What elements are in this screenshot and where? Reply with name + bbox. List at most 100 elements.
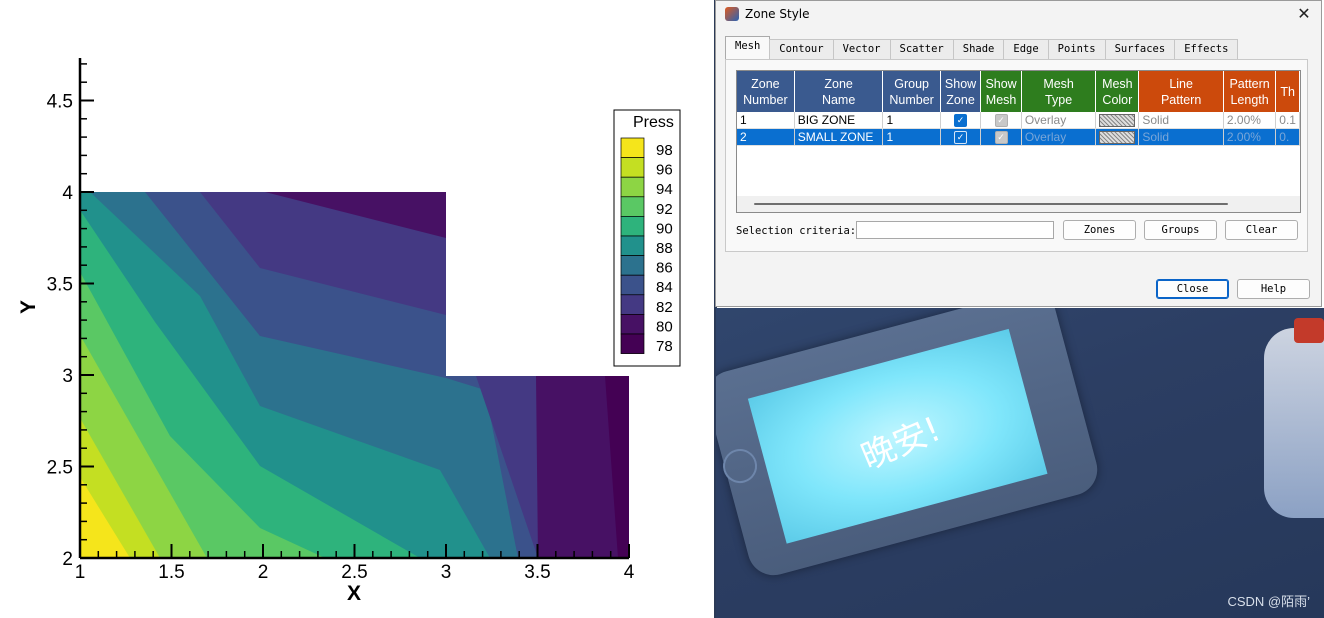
tab-effects[interactable]: Effects [1174,39,1239,60]
legend-label: 98 [656,142,673,159]
clear-button[interactable]: Clear [1225,220,1298,240]
legend-label: 96 [656,162,673,179]
checkbox-icon[interactable]: ✓ [954,114,968,128]
y-tick-label: 4 [62,183,73,204]
tab-scatter[interactable]: Scatter [889,39,954,60]
column-header[interactable]: Group Number [882,71,941,112]
tab-mesh[interactable]: Mesh [725,36,771,60]
checkbox-icon[interactable]: ✓ [994,131,1008,145]
contour-plot: 1 1.5 2 2.5 3 3.5 4 X 2 2.5 3 3.5 4 4.5 Y Press 98 9… [17,58,681,605]
selection-criteria-input[interactable] [856,221,1054,239]
groups-button[interactable]: Groups [1144,220,1217,240]
zones-button[interactable]: Zones [1063,220,1136,240]
close-button[interactable]: Close [1156,279,1229,299]
legend-label: 80 [656,318,673,335]
tecplot-app-icon [725,7,739,21]
column-header[interactable]: Zone Name [794,71,884,112]
tablet-greeting: 晚安! [855,409,947,478]
zone-name-cell[interactable]: BIG ZONE [794,112,884,129]
table-row[interactable]: 1 BIG ZONE 1 ✓ ✓ Overlay Solid 2.00% 0.1 [737,112,1300,129]
desktop-wallpaper: 晚安! CSDN @陌雨’ [716,308,1324,618]
dialog-title: Zone Style [745,7,810,21]
contour-bands [80,192,629,558]
zone-number-cell[interactable]: 2 [737,128,795,146]
mesh-type-cell[interactable]: Overlay [1021,128,1097,146]
tab-shade[interactable]: Shade [952,39,1005,60]
zone-name-cell[interactable]: SMALL ZONE [794,128,884,146]
show-zone-checkbox[interactable]: ✓ [940,112,982,129]
pattern-length-cell[interactable]: 2.00% [1223,128,1277,146]
thickness-cell[interactable]: 0.1 [1275,112,1300,129]
mesh-color-cell[interactable] [1095,112,1140,129]
tablet-illustration: 晚安! [716,308,1104,582]
group-number-cell[interactable]: 1 [882,128,941,146]
legend-swatch [620,294,645,315]
pattern-length-cell[interactable]: 2.00% [1223,112,1277,129]
table-row[interactable]: 2 SMALL ZONE 1 ✓ ✓ Overlay Solid 2.00% 0. [737,128,1300,146]
tab-contour[interactable]: Contour [769,39,834,60]
legend-label: 94 [656,181,673,198]
legend-swatch [620,216,645,237]
zone-grid: Zone Number Zone Name Group Number Show Zone Sho… [736,70,1301,213]
column-header[interactable]: Line Pattern [1138,71,1224,112]
x-tick-label: 3.5 [524,562,550,583]
tab-points[interactable]: Points [1047,39,1106,60]
legend-swatch [620,137,645,158]
legend-label: 88 [656,240,673,257]
help-button[interactable]: Help [1237,279,1310,299]
legend-swatch [620,196,645,217]
thickness-cell[interactable]: 0. [1275,128,1300,146]
legend-label: 92 [656,201,673,218]
legend-label: 90 [656,220,673,237]
tab-edge[interactable]: Edge [1003,39,1049,60]
column-header[interactable]: Show Zone [940,71,982,112]
mesh-tab-panel: Zone Number Zone Name Group Number Show Zone Sho… [725,59,1308,252]
legend-swatch [620,176,645,198]
y-tick-label: 3 [62,366,73,387]
y-tick-label: 3.5 [47,275,73,296]
y-axis-title: Y [17,300,40,314]
y-tick-label: 2 [62,549,73,570]
column-header[interactable]: Zone Number [737,71,795,112]
group-number-cell[interactable]: 1 [882,112,941,129]
close-icon[interactable]: ✕ [1293,4,1315,24]
dialog-titlebar[interactable]: Zone Style ✕ [716,1,1321,29]
show-mesh-checkbox[interactable]: ✓ [980,128,1022,146]
legend-swatch [620,274,645,296]
legend-label: 78 [656,338,673,355]
legend-title: Press [633,114,674,131]
mesh-type-cell[interactable]: Overlay [1021,112,1097,129]
scrollbar-thumb[interactable] [754,203,1228,205]
horizontal-scrollbar[interactable] [737,196,1300,212]
legend-swatch [620,255,645,276]
legend-label: 82 [656,299,673,316]
mesh-color-swatch[interactable] [1099,131,1136,145]
mesh-color-swatch[interactable] [1099,114,1136,128]
legend-label: 84 [656,279,673,296]
tablet-screen: 晚安! [747,328,1048,544]
contour-legend: Press 98 96 94 92 90 88 86 84 82 80 78 [613,109,681,367]
line-pattern-cell[interactable]: Solid [1138,112,1224,129]
zone-style-dialog: Zone Style ✕ Mesh Contour Vector Scatter… [715,0,1322,307]
tab-surfaces[interactable]: Surfaces [1104,39,1176,60]
column-header[interactable]: Mesh Type [1021,71,1097,112]
checkbox-icon[interactable]: ✓ [994,114,1008,128]
show-mesh-checkbox[interactable]: ✓ [980,112,1022,129]
column-header[interactable]: Th [1275,71,1300,112]
watermark: CSDN @陌雨’ [1227,594,1310,609]
x-tick-label: 4 [624,562,635,583]
character-illustration [1264,328,1324,518]
tab-vector[interactable]: Vector [832,39,891,60]
column-header[interactable]: Mesh Color [1095,71,1140,112]
x-tick-label: 1 [75,562,86,583]
x-tick-label: 2.5 [341,562,367,583]
line-pattern-cell[interactable]: Solid [1138,128,1224,146]
mesh-color-cell[interactable] [1095,128,1140,146]
column-header[interactable]: Show Mesh [980,71,1022,112]
column-header[interactable]: Pattern Length [1223,71,1277,112]
y-tick-label: 4.5 [47,92,73,113]
zone-number-cell[interactable]: 1 [737,112,795,129]
character-hat [1294,318,1324,343]
show-zone-checkbox[interactable]: ✓ [940,128,982,146]
checkbox-icon[interactable]: ✓ [954,131,968,145]
